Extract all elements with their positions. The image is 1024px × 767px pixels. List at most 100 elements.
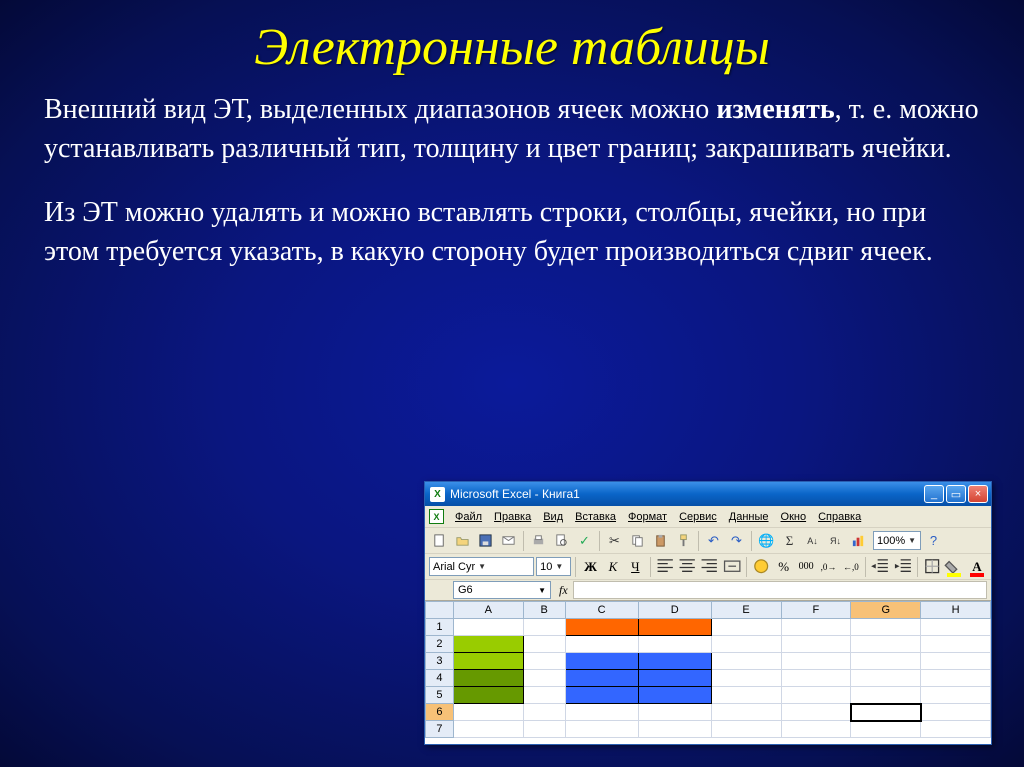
col-header-G[interactable]: G xyxy=(851,602,921,619)
cell-G7[interactable] xyxy=(851,721,921,738)
col-header-C[interactable]: C xyxy=(565,602,638,619)
italic-button[interactable]: К xyxy=(603,556,623,577)
zoom-dropdown[interactable]: 100%▼ xyxy=(873,531,921,550)
cell-G3[interactable] xyxy=(851,653,921,670)
save-icon[interactable] xyxy=(475,530,496,551)
bold-button[interactable]: Ж xyxy=(580,556,600,577)
cell-G1[interactable] xyxy=(851,619,921,636)
cell-G2[interactable] xyxy=(851,636,921,653)
cell-C7[interactable] xyxy=(565,721,638,738)
chart-icon[interactable] xyxy=(848,530,869,551)
cell-F1[interactable] xyxy=(781,619,851,636)
row-header-2[interactable]: 2 xyxy=(426,636,454,653)
cell-B6[interactable] xyxy=(523,704,565,721)
row-header-4[interactable]: 4 xyxy=(426,670,454,687)
align-right-icon[interactable] xyxy=(699,556,719,577)
cell-D1[interactable] xyxy=(638,619,711,636)
paste-icon[interactable] xyxy=(650,530,671,551)
percent-icon[interactable]: % xyxy=(774,556,794,577)
cell-A1[interactable] xyxy=(453,619,523,636)
row-header-6[interactable]: 6 xyxy=(426,704,454,721)
cell-H2[interactable] xyxy=(921,636,991,653)
col-header-E[interactable]: E xyxy=(711,602,781,619)
help-icon[interactable]: ? xyxy=(923,530,944,551)
cell-F5[interactable] xyxy=(781,687,851,704)
cell-H5[interactable] xyxy=(921,687,991,704)
menu-help[interactable]: Справка xyxy=(813,509,866,525)
cell-C4[interactable] xyxy=(565,670,638,687)
cell-B3[interactable] xyxy=(523,653,565,670)
fill-color-icon[interactable] xyxy=(944,556,964,577)
col-header-B[interactable]: B xyxy=(523,602,565,619)
name-box[interactable]: G6▼ xyxy=(453,581,551,599)
menu-file[interactable]: Файл xyxy=(450,509,487,525)
cell-A5[interactable] xyxy=(453,687,523,704)
cell-C1[interactable] xyxy=(565,619,638,636)
comma-icon[interactable]: 000 xyxy=(796,556,816,577)
cell-E3[interactable] xyxy=(711,653,781,670)
cell-C5[interactable] xyxy=(565,687,638,704)
sort-asc-icon[interactable]: A↓ xyxy=(802,530,823,551)
cell-E7[interactable] xyxy=(711,721,781,738)
cell-E4[interactable] xyxy=(711,670,781,687)
col-header-F[interactable]: F xyxy=(781,602,851,619)
print-icon[interactable] xyxy=(528,530,549,551)
spellcheck-icon[interactable]: ✓ xyxy=(574,530,595,551)
cut-icon[interactable]: ✂ xyxy=(604,530,625,551)
col-header-A[interactable]: A xyxy=(453,602,523,619)
cell-E5[interactable] xyxy=(711,687,781,704)
mail-icon[interactable] xyxy=(498,530,519,551)
menu-data[interactable]: Данные xyxy=(724,509,774,525)
font-color-icon[interactable]: A xyxy=(967,556,987,577)
cell-F4[interactable] xyxy=(781,670,851,687)
cell-H6[interactable] xyxy=(921,704,991,721)
row-header-1[interactable]: 1 xyxy=(426,619,454,636)
open-icon[interactable] xyxy=(452,530,473,551)
underline-button[interactable]: Ч xyxy=(625,556,645,577)
undo-icon[interactable]: ↶ xyxy=(703,530,724,551)
cell-B2[interactable] xyxy=(523,636,565,653)
cell-G5[interactable] xyxy=(851,687,921,704)
borders-icon[interactable] xyxy=(922,556,942,577)
cell-A4[interactable] xyxy=(453,670,523,687)
menu-insert[interactable]: Вставка xyxy=(570,509,621,525)
cell-E2[interactable] xyxy=(711,636,781,653)
row-header-3[interactable]: 3 xyxy=(426,653,454,670)
cell-B1[interactable] xyxy=(523,619,565,636)
menu-format[interactable]: Формат xyxy=(623,509,672,525)
cell-D4[interactable] xyxy=(638,670,711,687)
cell-F6[interactable] xyxy=(781,704,851,721)
cell-A2[interactable] xyxy=(453,636,523,653)
cell-A6[interactable] xyxy=(453,704,523,721)
align-center-icon[interactable] xyxy=(677,556,697,577)
menu-edit[interactable]: Правка xyxy=(489,509,536,525)
preview-icon[interactable] xyxy=(551,530,572,551)
decrease-indent-icon[interactable] xyxy=(870,556,890,577)
cell-D2[interactable] xyxy=(638,636,711,653)
cell-G4[interactable] xyxy=(851,670,921,687)
format-painter-icon[interactable] xyxy=(673,530,694,551)
cell-D7[interactable] xyxy=(638,721,711,738)
minimize-button[interactable]: _ xyxy=(924,485,944,503)
cell-B7[interactable] xyxy=(523,721,565,738)
cell-A3[interactable] xyxy=(453,653,523,670)
cell-G6[interactable] xyxy=(851,704,921,721)
close-button[interactable]: × xyxy=(968,485,988,503)
select-all-corner[interactable] xyxy=(426,602,454,619)
row-header-5[interactable]: 5 xyxy=(426,687,454,704)
merge-center-icon[interactable] xyxy=(722,556,742,577)
cell-H1[interactable] xyxy=(921,619,991,636)
col-header-H[interactable]: H xyxy=(921,602,991,619)
cell-A7[interactable] xyxy=(453,721,523,738)
cell-H3[interactable] xyxy=(921,653,991,670)
cell-B4[interactable] xyxy=(523,670,565,687)
redo-icon[interactable]: ↷ xyxy=(726,530,747,551)
copy-icon[interactable] xyxy=(627,530,648,551)
cell-B5[interactable] xyxy=(523,687,565,704)
cell-E1[interactable] xyxy=(711,619,781,636)
maximize-button[interactable]: ▭ xyxy=(946,485,966,503)
autosum-icon[interactable]: Σ xyxy=(779,530,800,551)
menu-tools[interactable]: Сервис xyxy=(674,509,722,525)
new-icon[interactable] xyxy=(429,530,450,551)
decrease-decimal-icon[interactable]: ←,0 xyxy=(841,556,861,577)
